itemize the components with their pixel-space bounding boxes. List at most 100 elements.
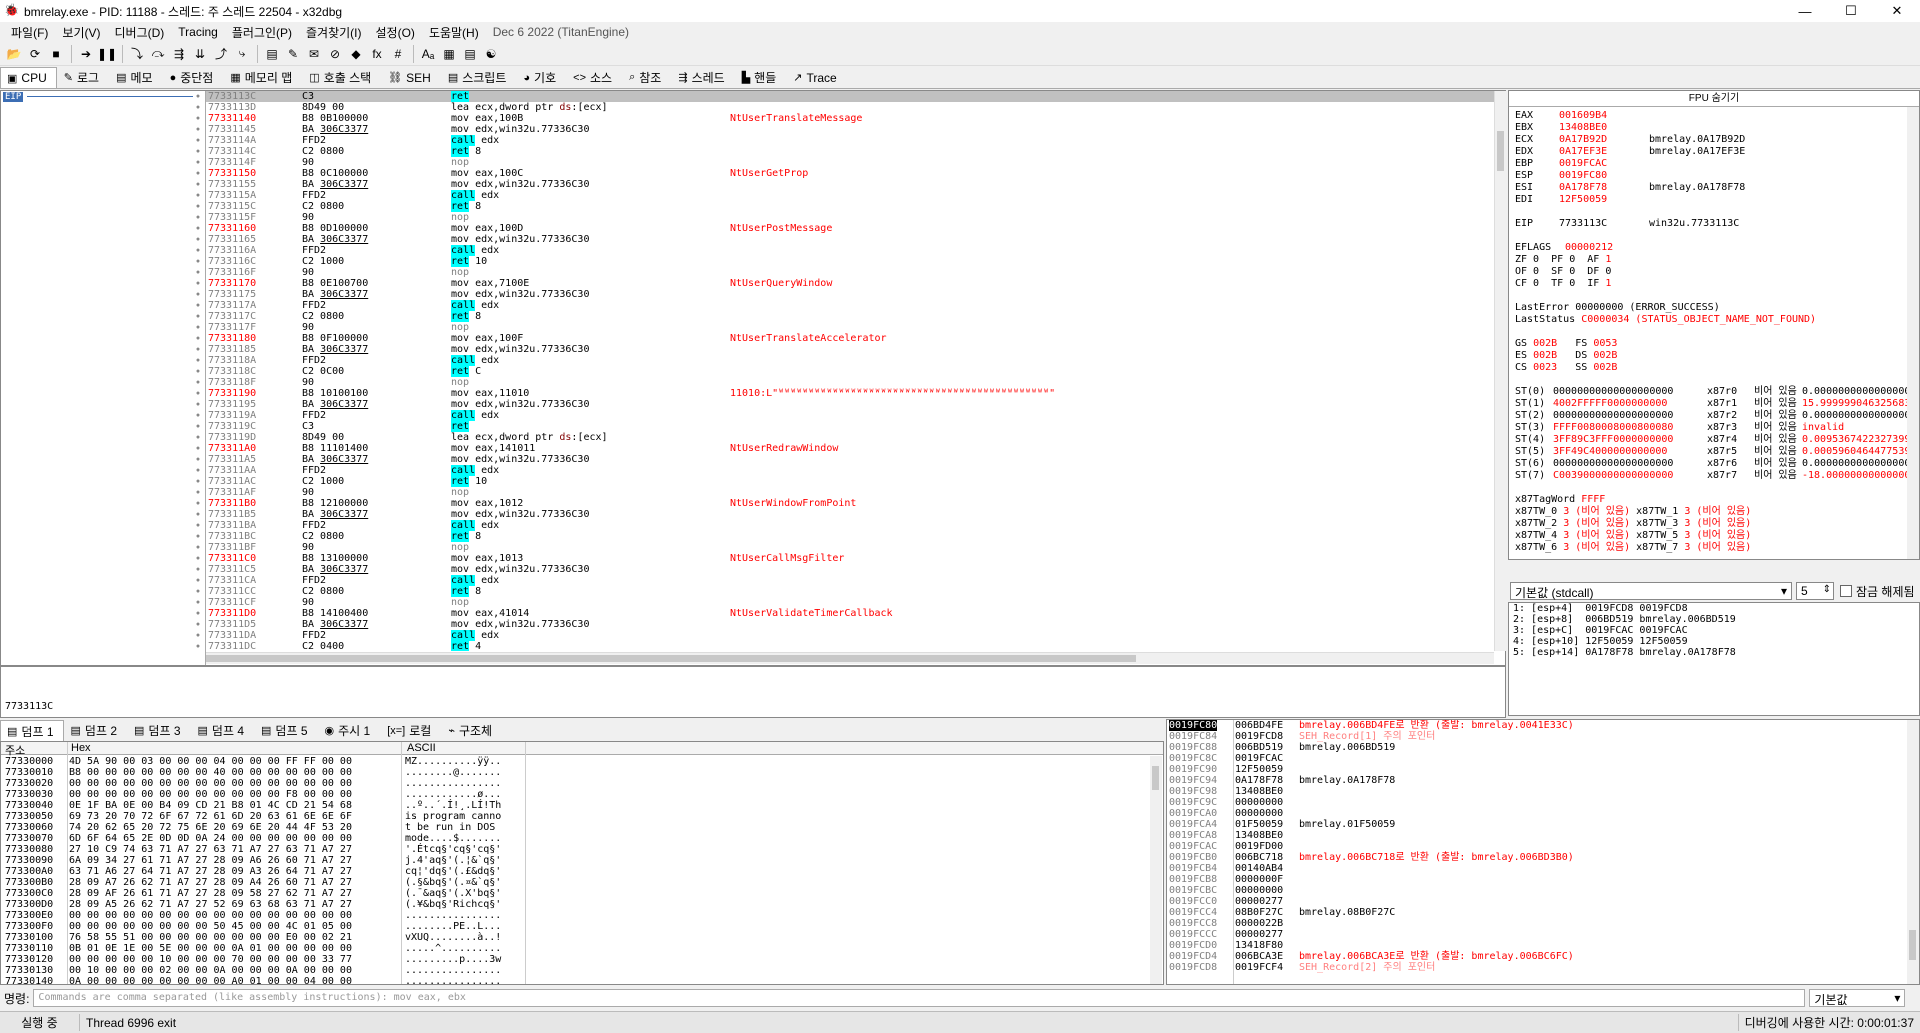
stop-icon[interactable]: ■ (46, 44, 66, 64)
tab-symbols[interactable]: ◕ 기호 (516, 67, 566, 88)
calling-convention-select[interactable]: 기본값 (stdcall) (1510, 582, 1792, 600)
disasm-row[interactable]: 77331155 BA 306C3377 mov edx,win32u.77336C… (206, 179, 1494, 190)
disasm-row[interactable]: 773311CA FFD2 call edx (206, 575, 1494, 586)
stack-value[interactable]: 0019FD00 (1235, 841, 1283, 852)
dump-hex[interactable]: 74 20 62 65 20 72 75 6E 20 69 6E 20 44 4… (69, 822, 352, 833)
dump-row[interactable]: 77330080 27 10 C9 74 63 71 A7 27 63 71 A7… (1, 844, 1151, 855)
stack-value[interactable]: 006BC718 (1235, 852, 1283, 863)
stack-value[interactable]: 13408BE0 (1235, 830, 1283, 841)
tw-value[interactable]: 3 (1563, 530, 1569, 541)
st-value[interactable]: 00000000000000000000 (1553, 386, 1673, 398)
execute-till-return-icon[interactable]: ⤴ (211, 44, 231, 64)
stack-row[interactable]: 0019FCC8 0000022B (1167, 918, 1919, 929)
segment-row[interactable]: ES 002B DS 002B (1509, 350, 1907, 362)
breakpoint-dot[interactable]: ● (193, 256, 203, 267)
breakpoint-dot[interactable]: ● (193, 344, 203, 355)
register-row[interactable]: EBX 13408BE0 (1509, 122, 1907, 134)
dump-row[interactable]: 77330020 00 00 00 00 00 00 00 00 00 00 00… (1, 778, 1151, 789)
tw-value[interactable]: 3 (1684, 542, 1690, 553)
breakpoint-dot[interactable]: ● (193, 102, 203, 113)
disasm-row[interactable]: 7733115F 90 nop (206, 212, 1494, 223)
breakpoint-dot[interactable]: ● (193, 630, 203, 641)
disasm-row[interactable]: 7733116C C2 1000 ret 10 (206, 256, 1494, 267)
dump-hex[interactable]: 28 09 AF 26 61 71 A7 27 28 09 58 27 62 7… (69, 888, 352, 899)
tagword-pair-row[interactable]: x87TW_6 3 (비어 있음) x87TW_7 3 (비어 있음) (1509, 542, 1907, 554)
disasm-row[interactable]: 77331175 BA 306C3377 mov edx,win32u.77336C… (206, 289, 1494, 300)
breakpoint-dot[interactable]: ● (193, 245, 203, 256)
breakpoint-dot[interactable]: ● (193, 179, 203, 190)
dump-ascii[interactable]: vXUQ........à..! (405, 932, 501, 943)
tab-source[interactable]: <> 소스 (566, 67, 622, 88)
register-row[interactable]: ESI 0A178F78 bmrelay.0A178F78 (1509, 182, 1907, 194)
stack-row[interactable]: 0019FCA0 00000000 (1167, 808, 1919, 819)
breakpoint-dot[interactable]: ● (193, 223, 203, 234)
disasm-row[interactable]: 773311C0 B8 13100000 mov eax,1013 NtUserCal… (206, 553, 1494, 564)
stack-row[interactable]: 0019FC80 006BD4FE bmrelay.006BD4FE로 반환 (출발… (1167, 720, 1919, 731)
tab-dump-5[interactable]: ▤ 덤프 5 (254, 720, 318, 741)
registers-scrollbar[interactable] (1907, 107, 1919, 559)
stack-row[interactable]: 0019FCA8 13408BE0 (1167, 830, 1919, 841)
stack-value[interactable]: 0000022B (1235, 918, 1283, 929)
flag-value[interactable]: 1 (1605, 254, 1611, 265)
step-into-icon[interactable]: ⤵ (127, 44, 147, 64)
disasm-row[interactable]: 77331165 BA 306C3377 mov edx,win32u.77336C… (206, 234, 1494, 245)
argument-row[interactable]: 3: [esp+C] 0019FCAC 0019FCAC (1513, 625, 1915, 636)
breakpoint-dot[interactable]: ● (193, 619, 203, 630)
dump-hex[interactable]: 69 73 20 70 72 6F 67 72 61 6D 20 63 61 6… (69, 811, 352, 822)
fpu-st-row[interactable]: ST(4) 3FF89C3FFF0000000000 x87r4 비어 있음 0.009… (1509, 434, 1919, 446)
argument-row[interactable]: 1: [esp+4] 0019FCD8 0019FCD8 (1513, 603, 1915, 614)
dump-ascii[interactable]: (.§&bq§'(.¤&`q§' (405, 877, 501, 888)
stack-value[interactable]: 006BD519 (1235, 742, 1283, 753)
breakpoint-dot[interactable]: ● (193, 476, 203, 487)
dump-ascii[interactable]: MZ..........ÿÿ.. (405, 756, 501, 767)
checkbox-box[interactable] (1840, 585, 1852, 597)
patch-icon[interactable]: ✎ (283, 44, 303, 64)
dump-row[interactable]: 773300B0 28 09 A7 26 62 71 A7 27 28 09 A4… (1, 877, 1151, 888)
run-icon[interactable]: ➔ (76, 44, 96, 64)
breakpoint-dot[interactable]: ● (193, 267, 203, 278)
breakpoint-dot[interactable]: ● (193, 234, 203, 245)
stack-value[interactable]: 00000277 (1235, 896, 1283, 907)
menu-item[interactable]: 플러그인(P) (225, 24, 299, 41)
dump-hex[interactable]: 00 00 00 00 00 10 00 00 00 70 00 00 00 0… (69, 954, 352, 965)
dump-ascii[interactable]: ........PE..L... (405, 921, 501, 932)
dump-ascii[interactable]: ................ (405, 778, 501, 789)
breakpoint-dot[interactable]: ● (193, 212, 203, 223)
disasm-row[interactable]: 77331170 B8 0E100700 mov eax,7100E NtUserQu… (206, 278, 1494, 289)
disasm-row[interactable]: 7733115A FFD2 call edx (206, 190, 1494, 201)
stack-value[interactable]: 00140AB4 (1235, 863, 1283, 874)
dump-hex[interactable]: 27 10 C9 74 63 71 A7 27 63 71 A7 27 63 7… (69, 844, 352, 855)
disasm-row[interactable]: 773311AA FFD2 call edx (206, 465, 1494, 476)
stack-value[interactable]: 006BCA3E (1235, 951, 1283, 962)
breakpoint-dot[interactable]: ● (193, 300, 203, 311)
tw-value[interactable]: 3 (1563, 506, 1569, 517)
breakpoint-dot[interactable]: ● (193, 443, 203, 454)
stack-row[interactable]: 0019FCCC 00000277 (1167, 929, 1919, 940)
dump-row[interactable]: 77330010 B8 00 00 00 00 00 00 00 40 00 00… (1, 767, 1151, 778)
stack-value[interactable]: 0019FCD8 (1235, 731, 1283, 742)
disasm-row[interactable]: 7733117F 90 nop (206, 322, 1494, 333)
dump-ascii[interactable]: .........p....3w (405, 954, 501, 965)
stack-row[interactable]: 0019FC8C 0019FCAC (1167, 753, 1919, 764)
tab-threads[interactable]: ⇶ 스레드 (671, 67, 734, 88)
tab-call-stack[interactable]: ◫ 호출 스택 (302, 67, 381, 88)
menu-item[interactable]: 즐겨찾기(I) (299, 24, 369, 41)
stack-row[interactable]: 0019FCAC 0019FD00 (1167, 841, 1919, 852)
breakpoint-dot[interactable]: ● (193, 333, 203, 344)
dump-rows[interactable]: 77330000 4D 5A 90 00 03 00 00 00 04 00 00… (1, 756, 1151, 984)
dump-ascii[interactable]: t be run in DOS (405, 822, 501, 833)
step-over-icon[interactable]: ⤼ (148, 44, 168, 64)
last-error-row[interactable]: LastStatus C0000034 (STATUS_OBJECT_NAME_… (1509, 314, 1907, 326)
tagword-row[interactable]: x87TagWord FFFF (1509, 494, 1907, 506)
argument-count-spinner[interactable]: 5 (1796, 582, 1834, 600)
disasm-row[interactable]: 77331160 B8 0D100000 mov eax,100D NtUserPos… (206, 223, 1494, 234)
stack-row[interactable]: 0019FC94 0A178F78 bmrelay.0A178F78 (1167, 775, 1919, 786)
dump-row[interactable]: 773300F0 00 00 00 00 00 00 00 00 50 45 00… (1, 921, 1151, 932)
dump-row[interactable]: 77330000 4D 5A 90 00 03 00 00 00 04 00 00… (1, 756, 1151, 767)
tab-script[interactable]: ▤ 스크립트 (441, 67, 517, 88)
breakpoint-dot[interactable]: ● (193, 641, 203, 652)
tab-dump-7[interactable]: [x=] 로컬 (380, 720, 441, 741)
disasm-row[interactable]: 773311B5 BA 306C3377 mov edx,win32u.77336C… (206, 509, 1494, 520)
lock-checkbox[interactable]: 잠금 해제됨 (1840, 583, 1915, 600)
stack-row[interactable]: 0019FCBC 00000000 (1167, 885, 1919, 896)
